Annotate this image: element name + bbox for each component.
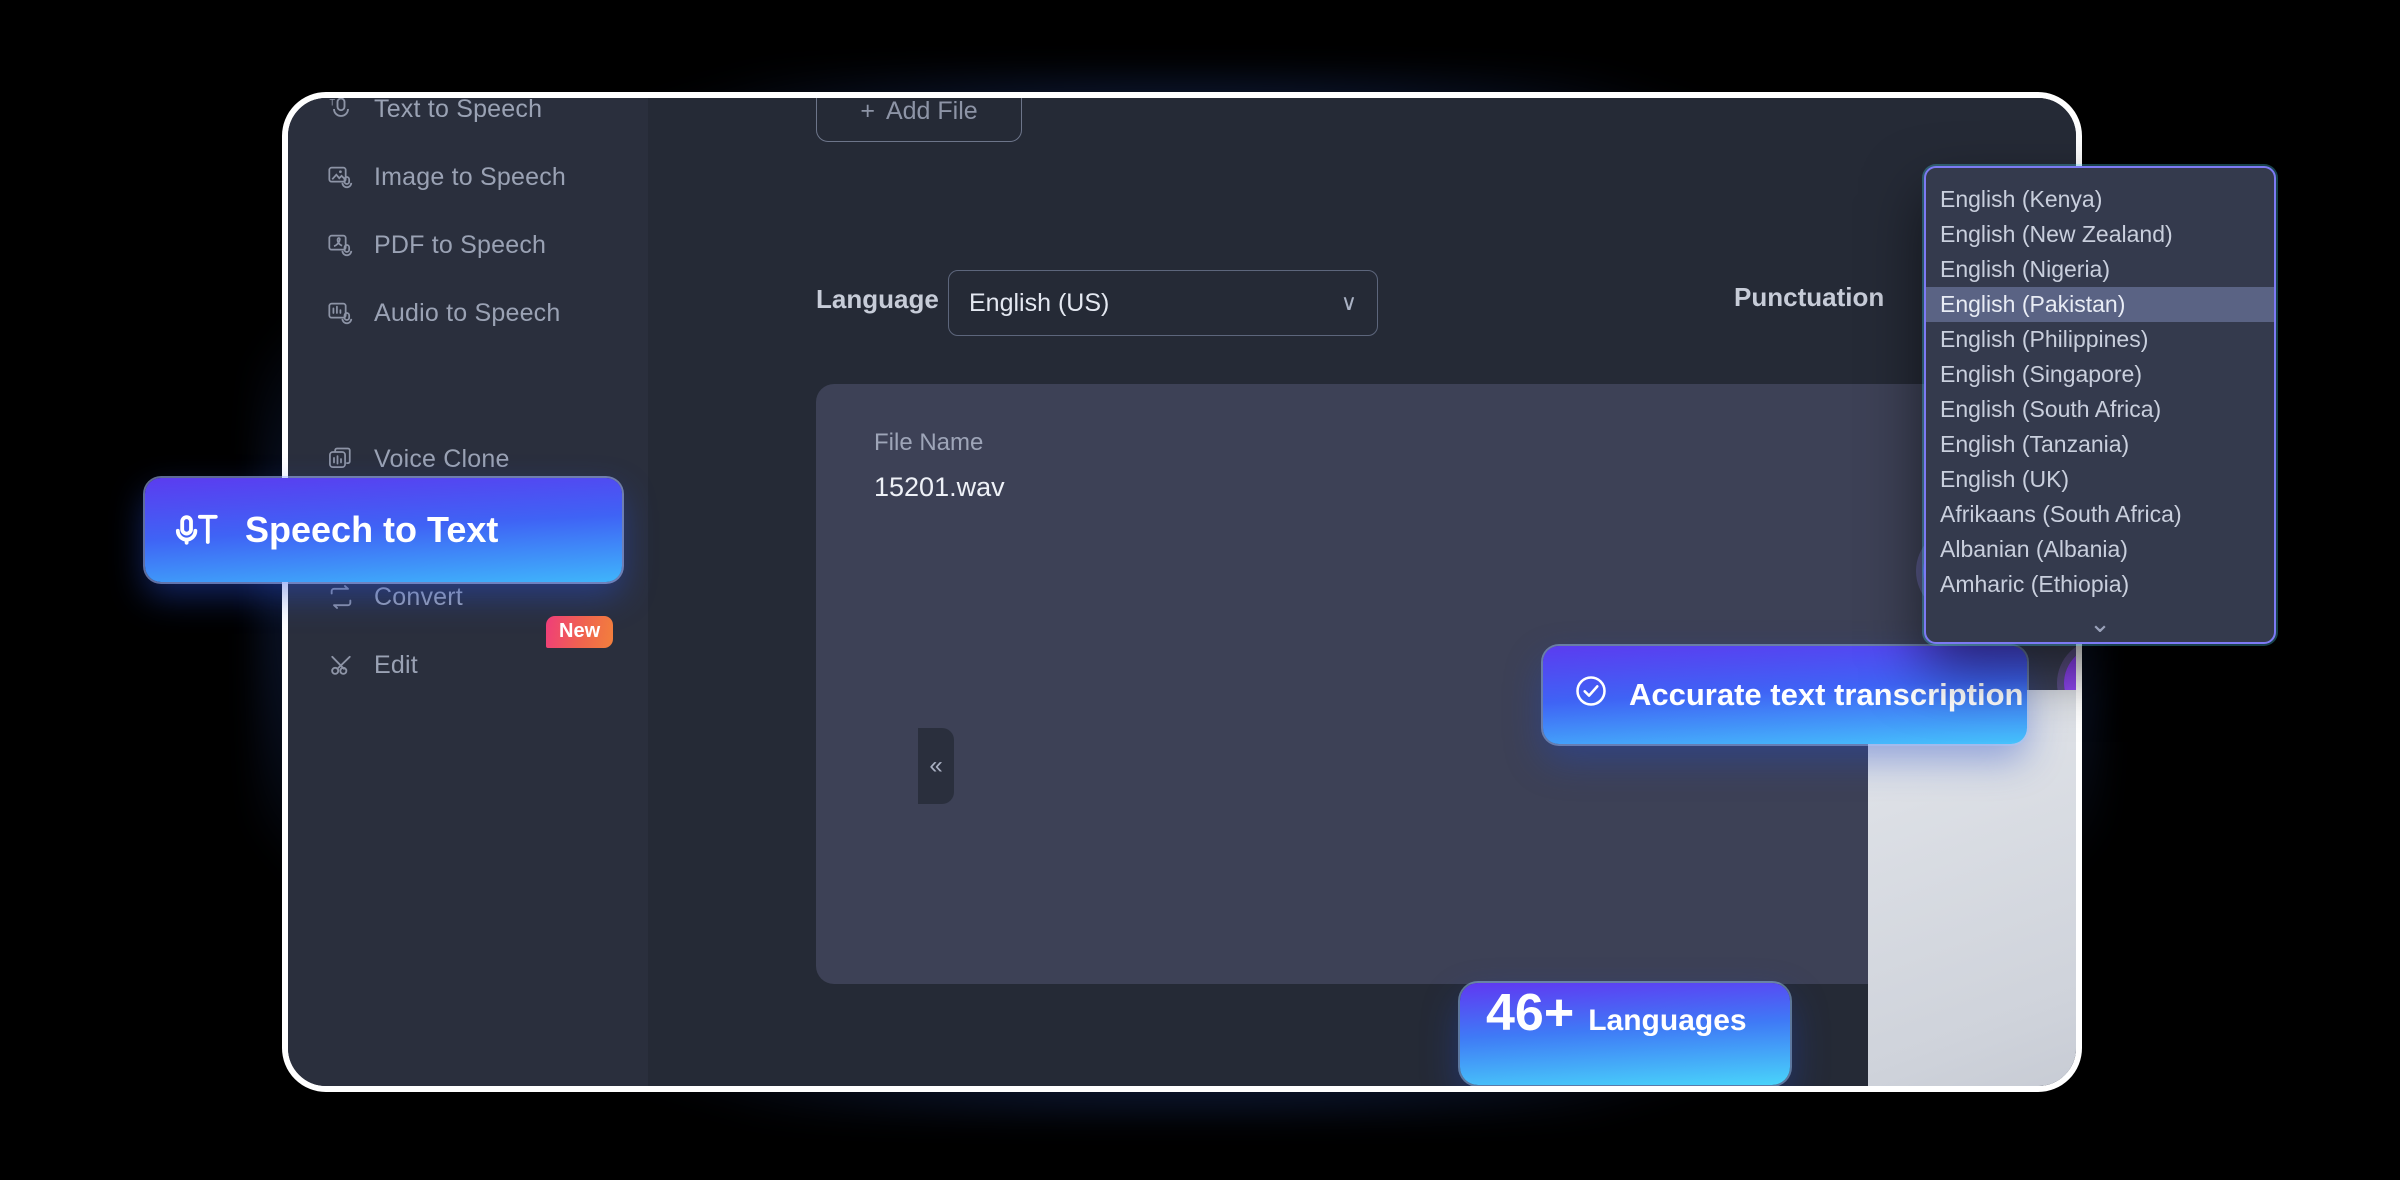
language-selected-value: English (US) xyxy=(969,288,1110,317)
add-file-button[interactable]: + Add File xyxy=(816,96,1022,142)
image-to-speech-icon xyxy=(326,162,356,192)
sidebar-item-speech-to-text[interactable]: Speech to Text xyxy=(145,478,622,582)
pdf-to-speech-icon xyxy=(326,230,356,260)
edit-scissors-icon xyxy=(326,650,356,680)
dropdown-option[interactable]: Albanian (Albania) xyxy=(1926,532,2274,567)
sidebar-item-label: PDF to Speech xyxy=(374,230,547,259)
file-name-label: File Name xyxy=(874,429,984,456)
dropdown-option[interactable]: English (Kenya) xyxy=(1926,182,2274,217)
video-player[interactable]: 2:40/3:08 xyxy=(1868,690,2082,1092)
sidebar-item-label: Voice Clone xyxy=(374,444,510,473)
dropdown-scroll-more-icon[interactable]: ⌄ xyxy=(1926,602,2274,642)
text-to-speech-icon: T xyxy=(326,98,356,124)
language-dropdown-menu[interactable]: English (Kenya) English (New Zealand) En… xyxy=(1924,166,2276,644)
speech-to-text-icon xyxy=(171,504,223,556)
dropdown-option[interactable]: English (Nigeria) xyxy=(1926,252,2274,287)
sidebar-item-text-to-speech[interactable]: T Text to Speech xyxy=(326,94,543,130)
dropdown-options-list: English (Kenya) English (New Zealand) En… xyxy=(1926,182,2274,602)
dropdown-option[interactable]: English (UK) xyxy=(1926,462,2274,497)
accurate-transcription-label: Accurate text transcription xyxy=(1629,677,2024,712)
video-background xyxy=(1868,690,2076,1086)
settings-row: Language English (US) ∨ Punctuation xyxy=(648,270,2076,336)
sidebar-item-pdf-to-speech[interactable]: PDF to Speech xyxy=(326,224,546,266)
sidebar-item-label: Audio to Speech xyxy=(374,298,561,327)
audio-to-speech-icon xyxy=(326,298,356,328)
dropdown-option[interactable]: English (Philippines) xyxy=(1926,322,2274,357)
app-window: T Text to Speech Image to Speech PDF to … xyxy=(282,92,2082,1092)
language-label: Language xyxy=(816,284,939,314)
check-circle-icon xyxy=(1573,673,1609,717)
languages-count-badge: 46+ Languages xyxy=(1460,983,1790,1085)
sidebar-item-edit[interactable]: Edit xyxy=(326,644,418,686)
video-person xyxy=(2074,723,2082,1092)
sidebar-collapse-button[interactable]: « xyxy=(918,728,954,804)
languages-word: Languages xyxy=(1588,1004,1747,1037)
voice-clone-icon xyxy=(326,444,356,474)
sidebar-item-audio-to-speech[interactable]: Audio to Speech xyxy=(326,292,560,334)
chevron-down-icon: ∨ xyxy=(1340,290,1357,315)
dropdown-option[interactable]: English (New Zealand) xyxy=(1926,217,2274,252)
dropdown-option[interactable]: Amharic (Ethiopia) xyxy=(1926,567,2274,602)
main-content: + Add File Remove Language English (US) … xyxy=(648,98,2076,1086)
sidebar-item-label: Image to Speech xyxy=(374,162,567,191)
plus-icon: + xyxy=(860,96,875,125)
svg-text:T: T xyxy=(329,98,335,108)
sidebar-item-label: Edit xyxy=(374,650,418,679)
dropdown-option[interactable]: English (Singapore) xyxy=(1926,357,2274,392)
language-select[interactable]: English (US) ∨ xyxy=(948,270,1378,336)
punctuation-label: Punctuation xyxy=(1734,282,1885,312)
speech-to-text-label: Speech to Text xyxy=(245,509,499,550)
dropdown-option[interactable]: English (South Africa) xyxy=(1926,392,2274,427)
new-badge: New xyxy=(546,616,614,648)
sidebar: T Text to Speech Image to Speech PDF to … xyxy=(288,98,648,1086)
chevron-double-left-icon: « xyxy=(929,752,943,779)
screenshot-root: T Text to Speech Image to Speech PDF to … xyxy=(0,0,2400,1180)
accurate-transcription-badge: Accurate text transcription xyxy=(1543,646,2027,744)
dropdown-option-selected[interactable]: English (Pakistan) xyxy=(1926,287,2274,322)
languages-count: 46+ xyxy=(1486,984,1575,1042)
sidebar-item-voice-clone[interactable]: Voice Clone xyxy=(326,438,510,480)
sidebar-item-label: Text to Speech xyxy=(374,94,543,123)
dropdown-option[interactable]: Afrikaans (South Africa) xyxy=(1926,497,2274,532)
dropdown-option[interactable]: English (Tanzania) xyxy=(1926,427,2274,462)
sidebar-item-label: Convert xyxy=(374,582,463,611)
sidebar-item-image-to-speech[interactable]: Image to Speech xyxy=(326,156,566,198)
convert-icon xyxy=(326,582,356,612)
add-file-label: Add File xyxy=(885,96,978,125)
sidebar-item-convert[interactable]: Convert xyxy=(326,576,463,618)
file-name-value: 15201.wav xyxy=(874,472,1005,502)
